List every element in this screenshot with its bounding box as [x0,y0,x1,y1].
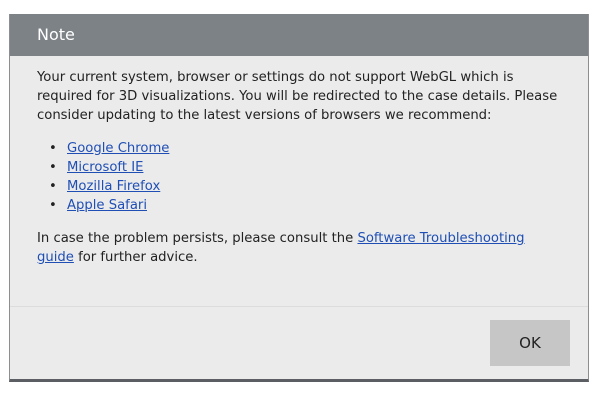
bullet: • [49,141,57,156]
bullet: • [49,160,57,175]
bullet: • [49,179,57,194]
ok-button[interactable]: OK [490,320,570,366]
list-item: • Microsoft IE [49,158,561,177]
footnote-prefix: In case the problem persists, please con… [37,231,358,246]
troubleshooting-note: In case the problem persists, please con… [37,229,561,267]
apple-safari-link[interactable]: Apple Safari [67,198,147,213]
list-item: • Apple Safari [49,196,561,215]
list-item: • Mozilla Firefox [49,177,561,196]
dialog-body: Your current system, browser or settings… [10,56,588,267]
microsoft-ie-link[interactable]: Microsoft IE [67,160,143,175]
bullet: • [49,198,57,213]
google-chrome-link[interactable]: Google Chrome [67,141,169,156]
mozilla-firefox-link[interactable]: Mozilla Firefox [67,179,160,194]
browser-list: • Google Chrome • Microsoft IE • Mozilla… [37,139,561,215]
list-item: • Google Chrome [49,139,561,158]
footer-divider [10,306,588,307]
note-dialog: Note Your current system, browser or set… [9,14,589,382]
dialog-title: Note [10,14,588,56]
dialog-message: Your current system, browser or settings… [37,70,558,123]
footnote-suffix: for further advice. [73,250,198,265]
